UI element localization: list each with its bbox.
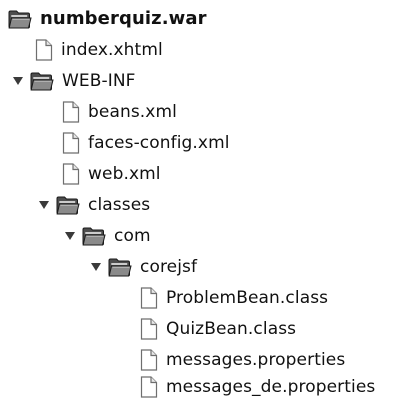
tree-node-classes[interactable]: classes <box>38 189 150 220</box>
tree-node-label: messages_de.properties <box>166 376 376 397</box>
file-icon <box>35 39 53 61</box>
tree-node-label: WEB-INF <box>62 70 136 91</box>
file-icon <box>140 376 158 398</box>
tree-node-label: QuizBean.class <box>166 318 297 339</box>
file-icon <box>140 287 158 309</box>
chevron-down-icon[interactable] <box>12 75 24 87</box>
chevron-down-icon[interactable] <box>38 199 50 211</box>
tree-node-label: index.xhtml <box>61 39 163 60</box>
tree-node-label: corejsf <box>140 256 198 277</box>
tree-node-web-xml[interactable]: web.xml <box>62 158 161 189</box>
tree-node-label: web.xml <box>88 163 161 184</box>
tree-node-label: classes <box>88 194 151 215</box>
file-icon <box>140 318 158 340</box>
tree-node-problembean-class[interactable]: ProblemBean.class <box>140 282 328 313</box>
chevron-down-icon[interactable] <box>64 230 76 242</box>
tree-node-faces-config-xml[interactable]: faces-config.xml <box>62 127 230 158</box>
chevron-down-icon[interactable] <box>90 261 102 273</box>
folder-open-icon <box>108 257 132 277</box>
folder-open-icon <box>82 226 106 246</box>
tree-node-label: numberquiz.war <box>40 7 207 29</box>
file-tree: numberquiz.war index.xhtml WEB-INF beans… <box>0 0 409 400</box>
file-icon <box>62 163 80 185</box>
tree-node-corejsf[interactable]: corejsf <box>90 251 197 282</box>
tree-node-com[interactable]: com <box>64 220 151 251</box>
tree-node-label: beans.xml <box>88 101 177 122</box>
tree-node-messages-de-properties[interactable]: messages_de.properties <box>140 371 375 402</box>
tree-node-index-xhtml[interactable]: index.xhtml <box>35 34 163 65</box>
file-icon <box>140 349 158 371</box>
tree-node-beans-xml[interactable]: beans.xml <box>62 96 177 127</box>
folder-open-icon <box>56 195 80 215</box>
file-icon <box>62 132 80 154</box>
tree-node-label: faces-config.xml <box>88 132 230 153</box>
folder-open-icon <box>8 9 32 29</box>
tree-node-web-inf[interactable]: WEB-INF <box>12 65 136 96</box>
folder-open-icon <box>30 71 54 91</box>
file-icon <box>62 101 80 123</box>
tree-node-numberquiz-war[interactable]: numberquiz.war <box>8 3 207 34</box>
tree-node-quizbean-class[interactable]: QuizBean.class <box>140 313 296 344</box>
tree-node-label: com <box>114 225 151 246</box>
tree-node-label: messages.properties <box>166 349 346 370</box>
tree-node-label: ProblemBean.class <box>166 287 329 308</box>
